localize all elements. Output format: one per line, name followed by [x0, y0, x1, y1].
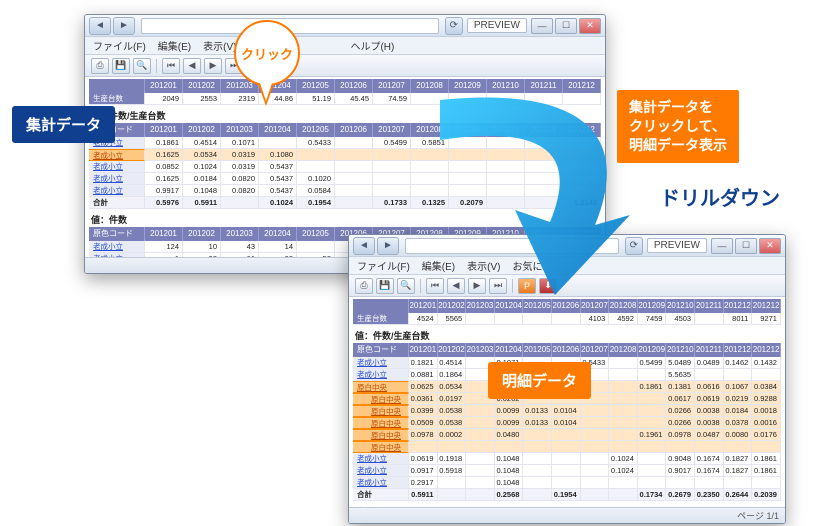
data-row[interactable]: 老成小立0.09170.59180.10480.10240.90170.1674…: [353, 465, 781, 477]
maximize-button[interactable]: ☐: [555, 18, 577, 34]
first-page-icon[interactable]: ⏮: [162, 58, 180, 74]
instruction-note: 集計データを クリックして、 明細データ表示: [617, 90, 739, 163]
note-line-1: 集計データを: [629, 98, 727, 117]
close-button[interactable]: ✕: [579, 18, 601, 34]
minimize-button[interactable]: —: [531, 18, 553, 34]
detail-row[interactable]: 原白中央: [353, 441, 781, 453]
click-callout-tail-inner: [260, 83, 272, 101]
tab-text: PREVIEW: [474, 20, 520, 31]
menu-help[interactable]: ヘルプ(H): [350, 38, 394, 53]
page-indicator: ページ 1/1: [737, 509, 779, 522]
section-label-ratio: 値：件数/生産台数: [355, 329, 781, 342]
close-button[interactable]: ✕: [759, 238, 781, 254]
menu-view[interactable]: 表示(V): [203, 38, 236, 53]
note-line-3: 明細データ表示: [629, 136, 727, 155]
data-row[interactable]: 老成小立0.06190.19180.10480.10240.90480.1674…: [353, 453, 781, 465]
save-icon[interactable]: 💾: [112, 58, 130, 74]
col-201207: 201207: [373, 79, 411, 93]
production-label: 生産台数: [89, 93, 145, 105]
refresh-button[interactable]: ⟳: [445, 17, 463, 35]
summary-data-badge: 集計データ: [12, 106, 115, 143]
blank-header: [89, 79, 145, 93]
titlebar: ◄ ► ⟳ PREVIEW — ☐ ✕: [85, 15, 605, 37]
print-icon[interactable]: ⎙: [355, 278, 373, 294]
search-icon[interactable]: 🔍: [397, 278, 415, 294]
detail-row[interactable]: 原白中央0.09780.00020.04800.19610.09780.0487…: [353, 429, 781, 441]
col-201206: 201206: [335, 79, 373, 93]
note-line-2: クリックして、: [629, 117, 727, 136]
tab-text: PREVIEW: [654, 240, 700, 251]
search-icon[interactable]: 🔍: [133, 58, 151, 74]
save-icon[interactable]: 💾: [376, 278, 394, 294]
maximize-button[interactable]: ☐: [735, 238, 757, 254]
menu-file[interactable]: ファイル(F): [93, 38, 146, 53]
detail-row[interactable]: 原白中央0.03990.05380.00990.01330.01040.0266…: [353, 405, 781, 417]
drilldown-caption: ドリルダウン: [660, 182, 780, 211]
menu-edit[interactable]: 編集(E): [158, 38, 191, 53]
menubar: ファイル(F) 編集(E) 表示(V) お ヘルプ(H): [85, 37, 605, 55]
separator: [156, 59, 157, 73]
nav-fwd-button[interactable]: ►: [113, 17, 135, 35]
tab-label[interactable]: PREVIEW: [467, 18, 527, 33]
col-201202: 201202: [183, 79, 221, 93]
report-content: 2012012012022012032012042012052012062012…: [349, 297, 785, 523]
production-row: 生産台数 45245565410345927459450380119271: [353, 313, 781, 325]
minimize-button[interactable]: —: [711, 238, 733, 254]
detail-data-badge: 明細データ: [488, 362, 591, 399]
print-icon[interactable]: ⎙: [91, 58, 109, 74]
col-201201: 201201: [145, 79, 183, 93]
prev-page-icon[interactable]: ◀: [183, 58, 201, 74]
menu-file[interactable]: ファイル(F): [357, 258, 410, 273]
detail-row[interactable]: 原白中央0.05090.05380.00990.01330.01040.0266…: [353, 417, 781, 429]
nav-back-button[interactable]: ◄: [89, 17, 111, 35]
statusbar: ページ 1/1: [349, 507, 785, 523]
col-201205: 201205: [297, 79, 335, 93]
nav-back-button[interactable]: ◄: [353, 237, 375, 255]
next-page-icon[interactable]: ▶: [204, 58, 222, 74]
click-callout-circle: クリック: [234, 20, 300, 86]
total-row: 合計0.59110.25680.19540.17340.26790.23500.…: [353, 489, 781, 501]
nav-fwd-button[interactable]: ►: [377, 237, 399, 255]
toolbar: ⎙ 💾 🔍 ⏮ ◀ ▶ ⏭ P ⬇: [85, 55, 605, 77]
data-row[interactable]: 老成小立0.29170.1048: [353, 477, 781, 489]
